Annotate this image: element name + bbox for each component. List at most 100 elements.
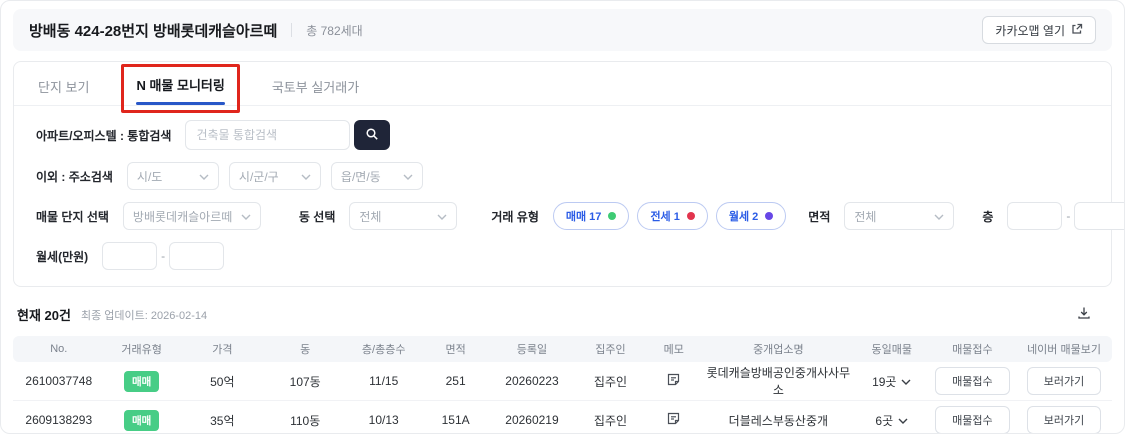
results-count: 현재 20건 — [17, 308, 71, 323]
search-icon — [365, 127, 379, 144]
filter-row-integrated-search: 아파트/오피스텔 : 통합검색 — [36, 120, 1089, 150]
download-button[interactable] — [1074, 303, 1094, 326]
dong-select-value: 전체 — [359, 209, 382, 224]
kakao-button-label: 카카오맵 열기 — [995, 23, 1065, 38]
address-search-label: 이외 : 주소검색 — [36, 169, 113, 184]
trade-type-label: 거래 유형 — [491, 209, 539, 224]
area-select-label: 면적 — [808, 209, 831, 224]
same-listing-toggle[interactable]: 6곳 — [855, 412, 929, 429]
col-header-no: No. — [50, 343, 68, 355]
monthly-rent-label: 월세(만원) — [36, 249, 89, 264]
col-header-floor: 층/총층수 — [361, 344, 406, 356]
integrated-search-label: 아파트/오피스텔 : 통합검색 — [36, 128, 172, 143]
col-header-area: 면적 — [445, 344, 466, 356]
floor-min-input[interactable] — [1007, 202, 1063, 230]
sido-select[interactable]: 시/도 — [126, 162, 219, 190]
dong-select[interactable]: 전체 — [349, 202, 458, 230]
table-row: 2610037748 매매 50억 107동 11/15 251 2026022… — [13, 362, 1112, 401]
range-dash: - — [1066, 209, 1071, 223]
chevron-down-icon — [199, 169, 209, 183]
complex-select-value: 방배롯데캐슬아르떼 — [132, 209, 233, 224]
cell-reg-date: 20260223 — [505, 374, 559, 388]
trade-type-pill-wolse[interactable]: 월세 2 — [715, 202, 787, 230]
complex-select-label: 매물 단지 선택 — [36, 209, 109, 224]
page-header: 방배동 424-28번지 방배롯데캐슬아르떼 총 782세대 카카오맵 열기 — [13, 9, 1112, 51]
chevron-down-icon — [403, 169, 413, 183]
memo-icon — [666, 412, 681, 429]
cell-agency: 롯데캐슬방배공인중개사사무소 — [706, 366, 851, 397]
memo-icon — [666, 373, 681, 390]
pill-label: 매매 17 — [565, 211, 602, 223]
filter-panel: 아파트/오피스텔 : 통합검색 이외 : 주소검색 시/도 — [14, 106, 1124, 286]
cell-agency: 더블레스부동산중개 — [728, 413, 829, 428]
table-header-row: No. 거래유형 가격 동 층/총층수 면적 등록일 집주인 메모 중개업소명 … — [13, 336, 1112, 362]
eupmyeondong-select-value: 읍/면/동 — [340, 169, 381, 184]
cell-reg-date: 20260219 — [505, 413, 559, 427]
monthly-rent-max-input[interactable] — [169, 242, 225, 270]
dong-select-label: 동 선택 — [298, 209, 336, 224]
trade-type-pill-maemae[interactable]: 매매 17 — [552, 202, 630, 230]
memo-button[interactable] — [664, 409, 683, 431]
col-header-receipt: 매물접수 — [952, 344, 993, 356]
tab-bar: 단지 보기 N 매물 모니터링 국토부 실거래가 — [14, 62, 1111, 113]
cell-no: 2610037748 — [25, 374, 93, 388]
col-header-naver: 네이버 매물보기 — [1027, 344, 1101, 356]
cell-dong: 110동 — [290, 413, 321, 428]
chevron-down-icon — [437, 209, 447, 223]
tab-listing-monitor[interactable]: N 매물 모니터링 — [136, 75, 224, 94]
receipt-button[interactable]: 매물접수 — [935, 367, 1010, 395]
floor-max-input[interactable] — [1074, 202, 1124, 230]
area-select-value: 전체 — [854, 209, 877, 224]
col-header-same-listing: 동일매물 — [871, 344, 912, 356]
pill-label: 전세 1 — [650, 211, 680, 223]
header-divider — [291, 23, 293, 37]
cell-area: 251 — [445, 374, 466, 388]
page-title: 방배동 424-28번지 방배롯데캐슬아르떼 — [29, 22, 278, 40]
trade-type-badge: 매매 — [123, 370, 160, 392]
download-icon — [1076, 307, 1092, 324]
chevron-down-icon — [301, 169, 311, 183]
col-header-trade-type: 거래유형 — [121, 344, 162, 356]
area-select[interactable]: 전체 — [844, 202, 955, 230]
chevron-down-icon — [898, 413, 908, 427]
trade-type-badge: 매매 — [123, 409, 160, 431]
chevron-down-icon — [934, 209, 944, 223]
trade-type-pill-jeonse[interactable]: 전세 1 — [637, 202, 708, 230]
green-dot-icon — [608, 212, 617, 220]
cell-dong: 107동 — [289, 374, 321, 389]
last-updated-label: 최종 업데이트: 2026-02-14 — [80, 309, 208, 322]
open-kakaomap-button[interactable]: 카카오맵 열기 — [982, 16, 1096, 44]
floor-range-label: 층 — [982, 209, 994, 224]
receipt-button[interactable]: 매물접수 — [935, 406, 1010, 433]
cell-area: 151A — [441, 413, 470, 427]
cell-floor: 10/13 — [368, 413, 399, 427]
search-button[interactable] — [354, 120, 391, 150]
filter-row-monthly-rent: 월세(만원) - — [36, 242, 1089, 270]
eupmyeondong-select[interactable]: 읍/면/동 — [330, 162, 423, 190]
tab-molit-prices[interactable]: 국토부 실거래가 — [270, 62, 361, 106]
sigungu-select[interactable]: 시/군/구 — [228, 162, 321, 190]
results-header: 현재 20건 최종 업데이트: 2026-02-14 — [13, 303, 1112, 326]
memo-button[interactable] — [664, 370, 683, 392]
active-tab-underline — [136, 102, 225, 105]
cell-owner: 집주인 — [593, 374, 628, 389]
cell-price: 35억 — [210, 413, 235, 428]
cell-floor: 11/15 — [369, 374, 399, 388]
same-listing-toggle[interactable]: 19곳 — [855, 373, 929, 390]
col-header-agency: 중개업소명 — [753, 344, 804, 356]
complex-select[interactable]: 방배롯데캐슬아르떼 — [122, 202, 261, 230]
total-units-label: 총 782세대 — [306, 23, 363, 38]
sido-select-value: 시/도 — [136, 169, 163, 184]
filter-row-address-search: 이외 : 주소검색 시/도 시/군/구 읍/면/동 — [36, 162, 1089, 190]
tab-complex-view[interactable]: 단지 보기 — [36, 62, 91, 106]
app-window: 방배동 424-28번지 방배롯데캐슬아르떼 총 782세대 카카오맵 열기 단… — [0, 0, 1125, 434]
cell-no: 2609138293 — [25, 413, 93, 427]
filter-row-main: 매물 단지 선택 방배롯데캐슬아르떼 동 선택 전체 거래 유형 매매 17 전… — [36, 202, 1124, 230]
sigungu-select-value: 시/군/구 — [238, 169, 279, 184]
integrated-search-input[interactable] — [185, 120, 351, 150]
naver-view-button[interactable]: 보러가기 — [1026, 367, 1102, 395]
table-row: 2609138293 매매 35억 110동 10/13 151A 202602… — [13, 401, 1112, 433]
monthly-rent-min-input[interactable] — [102, 242, 158, 270]
cell-owner: 집주인 — [593, 413, 628, 428]
naver-view-button[interactable]: 보러가기 — [1026, 406, 1102, 433]
